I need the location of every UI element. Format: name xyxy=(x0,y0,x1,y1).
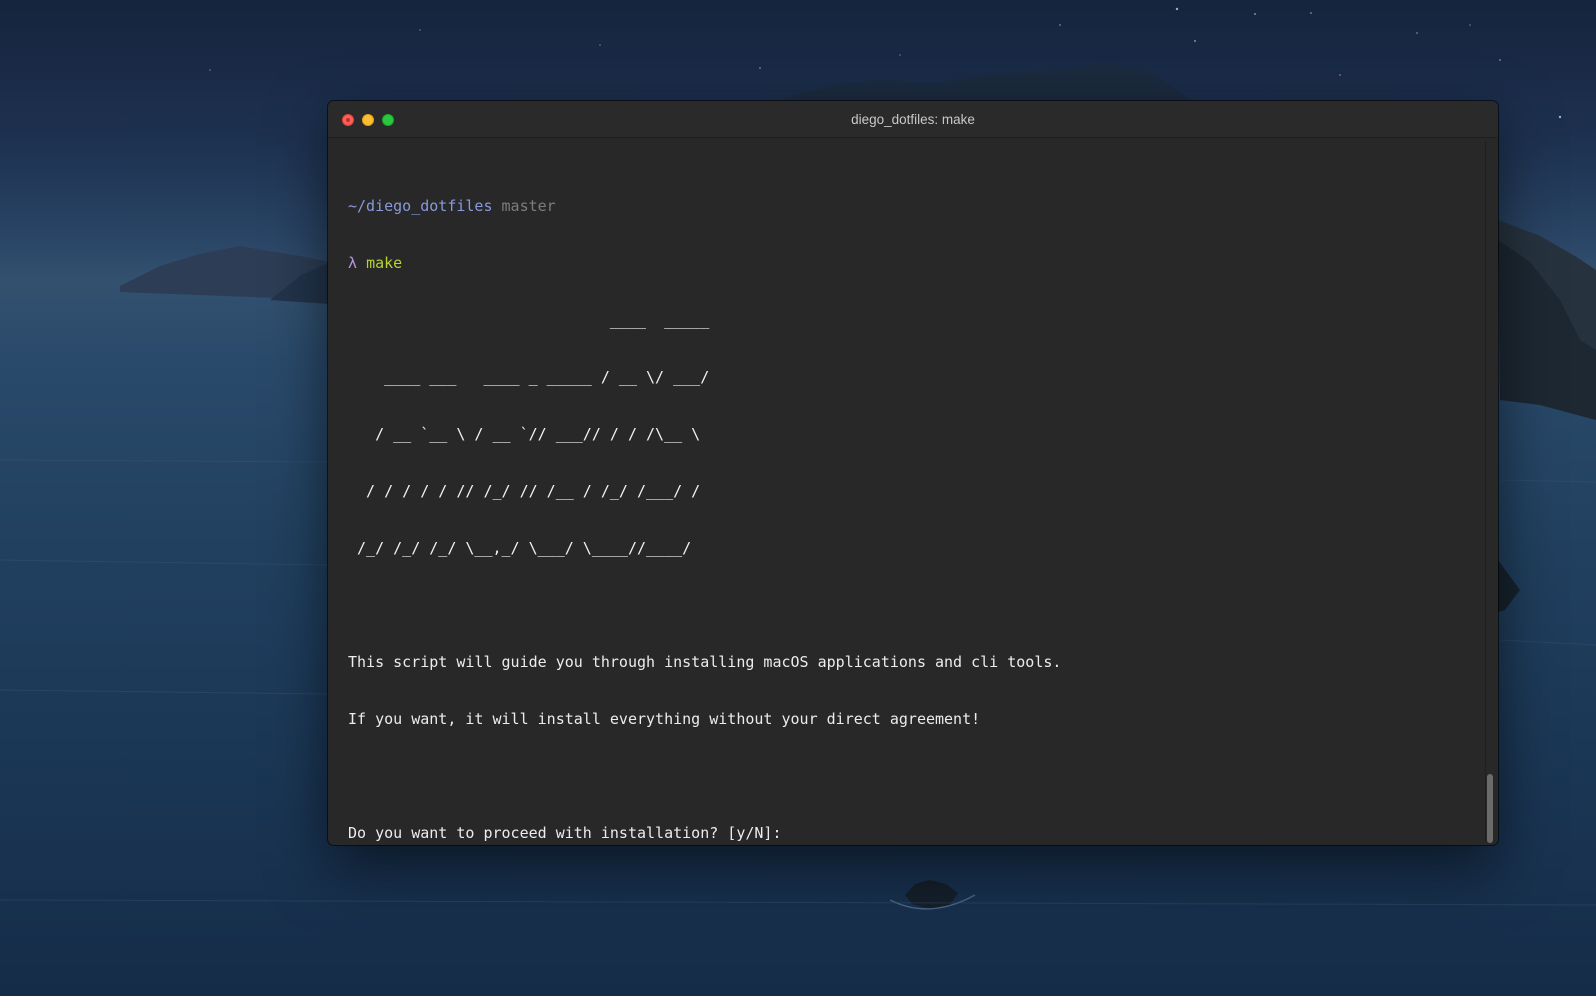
command-line: λ make xyxy=(348,254,1463,273)
prompt-line: ~/diego_dotfiles master xyxy=(348,197,1463,216)
scrollbar-track[interactable] xyxy=(1485,141,1494,841)
terminal-content[interactable]: ~/diego_dotfiles master λ make ____ ____… xyxy=(348,159,1463,845)
install-prompt-question[interactable]: Do you want to proceed with installation… xyxy=(348,824,1463,843)
ascii-banner-line: / __ `__ \ / __ `// ___// / / /\__ \ xyxy=(348,425,701,443)
command-text: make xyxy=(366,254,403,272)
terminal-window[interactable]: diego_dotfiles: make ~/diego_dotfiles ma… xyxy=(328,101,1498,845)
prompt-path: ~/diego_dotfiles xyxy=(348,197,493,215)
title-bar[interactable]: diego_dotfiles: make xyxy=(328,101,1498,138)
ascii-banner-line: ____ ___ ____ _ _____ / __ \/ ___/ xyxy=(348,368,710,386)
scrollbar-thumb[interactable] xyxy=(1487,774,1493,843)
window-title: diego_dotfiles: make xyxy=(851,112,975,127)
output-line: This script will guide you through insta… xyxy=(348,653,1062,671)
ascii-banner-line: /_/ /_/ /_/ \__,_/ \___/ \____//____/ xyxy=(348,539,692,557)
output-line: If you want, it will install everything … xyxy=(348,710,981,728)
prompt-symbol: λ xyxy=(348,254,358,272)
ascii-banner-line: / / / / / // /_/ // /__ / /_/ /___/ / xyxy=(348,482,701,500)
ascii-banner-line: ____ _____ xyxy=(348,311,710,329)
prompt-branch: master xyxy=(501,197,556,215)
